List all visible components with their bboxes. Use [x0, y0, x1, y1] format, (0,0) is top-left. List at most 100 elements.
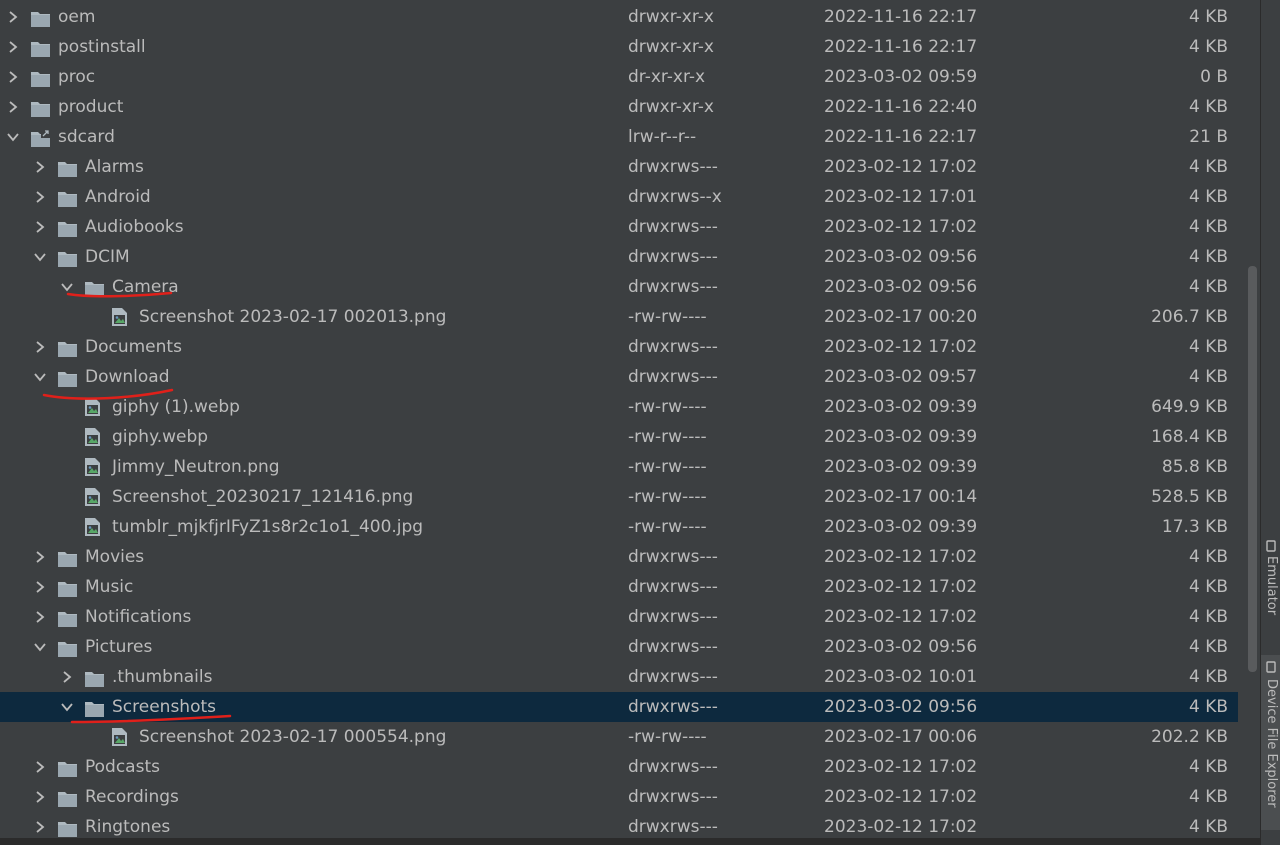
chevron-down-icon[interactable] — [59, 272, 75, 302]
chevron-down-icon[interactable] — [59, 692, 75, 722]
folder-row[interactable]: oem drwxr-xr-x 2022-11-16 22:17 4 KB — [0, 2, 1238, 32]
folder-row[interactable]: Download drwxrws--- 2023-03-02 09:57 4 KB — [0, 362, 1238, 392]
item-name: Camera — [112, 277, 179, 297]
item-permissions: lrw-r--r-- — [628, 127, 697, 147]
folder-row[interactable]: Screenshots drwxrws--- 2023-03-02 09:56 4 K… — [0, 692, 1238, 722]
chevron-right-icon[interactable] — [5, 2, 21, 32]
folder-row[interactable]: proc dr-xr-xr-x 2023-03-02 09:59 0 B — [0, 62, 1238, 92]
folder-icon — [30, 98, 51, 117]
folder-row[interactable]: Podcasts drwxrws--- 2023-02-12 17:02 4 KB — [0, 752, 1238, 782]
item-permissions: drwxrws--- — [628, 637, 718, 657]
chevron-right-icon[interactable] — [32, 752, 48, 782]
item-size: 4 KB — [1188, 37, 1228, 57]
item-date: 2023-02-17 00:20 — [824, 307, 978, 327]
folder-icon — [57, 248, 78, 267]
device-icon — [1266, 661, 1276, 673]
device-file-tree[interactable]: oem drwxr-xr-x 2022-11-16 22:17 4 KB postins… — [0, 0, 1238, 838]
image-file-icon — [84, 427, 105, 446]
chevron-right-icon[interactable] — [59, 662, 75, 692]
item-date: 2022-11-16 22:17 — [824, 127, 978, 147]
item-name: .thumbnails — [112, 667, 213, 687]
chevron-right-icon[interactable] — [32, 332, 48, 362]
folder-row[interactable]: .thumbnails drwxrws--- 2023-03-02 10:01 4 K… — [0, 662, 1238, 692]
file-row[interactable]: Screenshot 2023-02-17 000554.png -rw-rw--… — [0, 722, 1238, 752]
item-date: 2023-03-02 09:56 — [824, 637, 978, 657]
item-size: 4 KB — [1188, 787, 1228, 807]
item-name: DCIM — [85, 247, 130, 267]
bottom-border — [0, 838, 1260, 845]
chevron-down-icon[interactable] — [32, 362, 48, 392]
chevron-right-icon[interactable] — [32, 212, 48, 242]
file-row[interactable]: Jimmy_Neutron.png -rw-rw---- 2023-03-02 09… — [0, 452, 1238, 482]
chevron-right-icon[interactable] — [32, 182, 48, 212]
folder-row[interactable]: Alarms drwxrws--- 2023-02-12 17:02 4 KB — [0, 152, 1238, 182]
folder-row[interactable]: Audiobooks drwxrws--- 2023-02-12 17:02 4 KB — [0, 212, 1238, 242]
item-permissions: drwxrws--- — [628, 757, 718, 777]
file-row[interactable]: Screenshot 2023-02-17 002013.png -rw-rw--… — [0, 302, 1238, 332]
chevron-down-icon[interactable] — [32, 632, 48, 662]
item-size: 4 KB — [1188, 7, 1228, 27]
file-row[interactable]: tumblr_mjkfjrIFyZ1s8r2c1o1_400.jpg -rw-rw… — [0, 512, 1238, 542]
folder-row[interactable]: Documents drwxrws--- 2023-02-12 17:02 4 KB — [0, 332, 1238, 362]
file-row[interactable]: Screenshot_20230217_121416.png -rw-rw----… — [0, 482, 1238, 512]
item-size: 4 KB — [1188, 247, 1228, 267]
chevron-right-icon[interactable] — [32, 812, 48, 838]
chevron-down-icon[interactable] — [5, 122, 21, 152]
folder-row[interactable]: Camera drwxrws--- 2023-03-02 09:56 4 KB — [0, 272, 1238, 302]
item-date: 2023-02-17 00:06 — [824, 727, 978, 747]
item-size: 4 KB — [1188, 157, 1228, 177]
file-row[interactable]: giphy (1).webp -rw-rw---- 2023-03-02 09:39… — [0, 392, 1238, 422]
item-name: Podcasts — [85, 757, 160, 777]
item-permissions: -rw-rw---- — [628, 427, 707, 447]
item-permissions: drwxrws--- — [628, 217, 718, 237]
chevron-right-icon[interactable] — [5, 92, 21, 122]
folder-row[interactable]: sdcard lrw-r--r-- 2022-11-16 22:17 21 B — [0, 122, 1238, 152]
item-name: Music — [85, 577, 134, 597]
device-file-explorer-tab[interactable]: Device File Explorer — [1261, 655, 1280, 830]
chevron-right-icon[interactable] — [32, 152, 48, 182]
folder-row[interactable]: Recordings drwxrws--- 2023-02-12 17:02 4 KB — [0, 782, 1238, 812]
folder-row[interactable]: Android drwxrws--x 2023-02-12 17:01 4 KB — [0, 182, 1238, 212]
folder-row[interactable]: product drwxr-xr-x 2022-11-16 22:40 4 KB — [0, 92, 1238, 122]
folder-icon — [57, 608, 78, 627]
item-name: Alarms — [85, 157, 144, 177]
chevron-right-icon[interactable] — [5, 32, 21, 62]
file-row[interactable]: giphy.webp -rw-rw---- 2023-03-02 09:39 168.… — [0, 422, 1238, 452]
item-permissions: drwxrws--- — [628, 337, 718, 357]
chevron-right-icon[interactable] — [32, 542, 48, 572]
item-size: 4 KB — [1188, 187, 1228, 207]
item-date: 2023-03-02 09:56 — [824, 247, 978, 267]
folder-row[interactable]: Movies drwxrws--- 2023-02-12 17:02 4 KB — [0, 542, 1238, 572]
folder-row[interactable]: Ringtones drwxrws--- 2023-02-12 17:02 4 KB — [0, 812, 1238, 838]
folder-icon — [84, 698, 105, 717]
image-file-icon — [84, 517, 105, 536]
item-name: sdcard — [58, 127, 115, 147]
chevron-right-icon[interactable] — [32, 602, 48, 632]
item-permissions: -rw-rw---- — [628, 397, 707, 417]
item-size: 649.9 KB — [1151, 397, 1228, 417]
chevron-right-icon[interactable] — [32, 572, 48, 602]
folder-row[interactable]: postinstall drwxr-xr-x 2022-11-16 22:17 4 K… — [0, 32, 1238, 62]
folder-row[interactable]: Pictures drwxrws--- 2023-03-02 09:56 4 KB — [0, 632, 1238, 662]
item-date: 2023-02-12 17:02 — [824, 337, 978, 357]
chevron-down-icon[interactable] — [32, 242, 48, 272]
folder-icon — [30, 8, 51, 27]
folder-row[interactable]: Notifications drwxrws--- 2023-02-12 17:02 4… — [0, 602, 1238, 632]
folder-icon — [57, 638, 78, 657]
folder-icon — [84, 668, 105, 687]
item-size: 4 KB — [1188, 757, 1228, 777]
item-date: 2023-03-02 09:57 — [824, 367, 978, 387]
item-name: Screenshot 2023-02-17 000554.png — [139, 727, 447, 747]
chevron-right-icon[interactable] — [32, 782, 48, 812]
item-date: 2023-02-12 17:01 — [824, 187, 978, 207]
folder-row[interactable]: Music drwxrws--- 2023-02-12 17:02 4 KB — [0, 572, 1238, 602]
folder-row[interactable]: DCIM drwxrws--- 2023-03-02 09:56 4 KB — [0, 242, 1238, 272]
item-name: Screenshots — [112, 697, 217, 717]
item-permissions: drwxrws--- — [628, 607, 718, 627]
scrollbar-thumb[interactable] — [1248, 266, 1257, 672]
chevron-right-icon[interactable] — [5, 62, 21, 92]
emulator-tab[interactable]: Emulator — [1261, 536, 1280, 636]
item-permissions: drwxrws--- — [628, 817, 718, 837]
item-name: oem — [58, 7, 96, 27]
folder-icon — [57, 548, 78, 567]
